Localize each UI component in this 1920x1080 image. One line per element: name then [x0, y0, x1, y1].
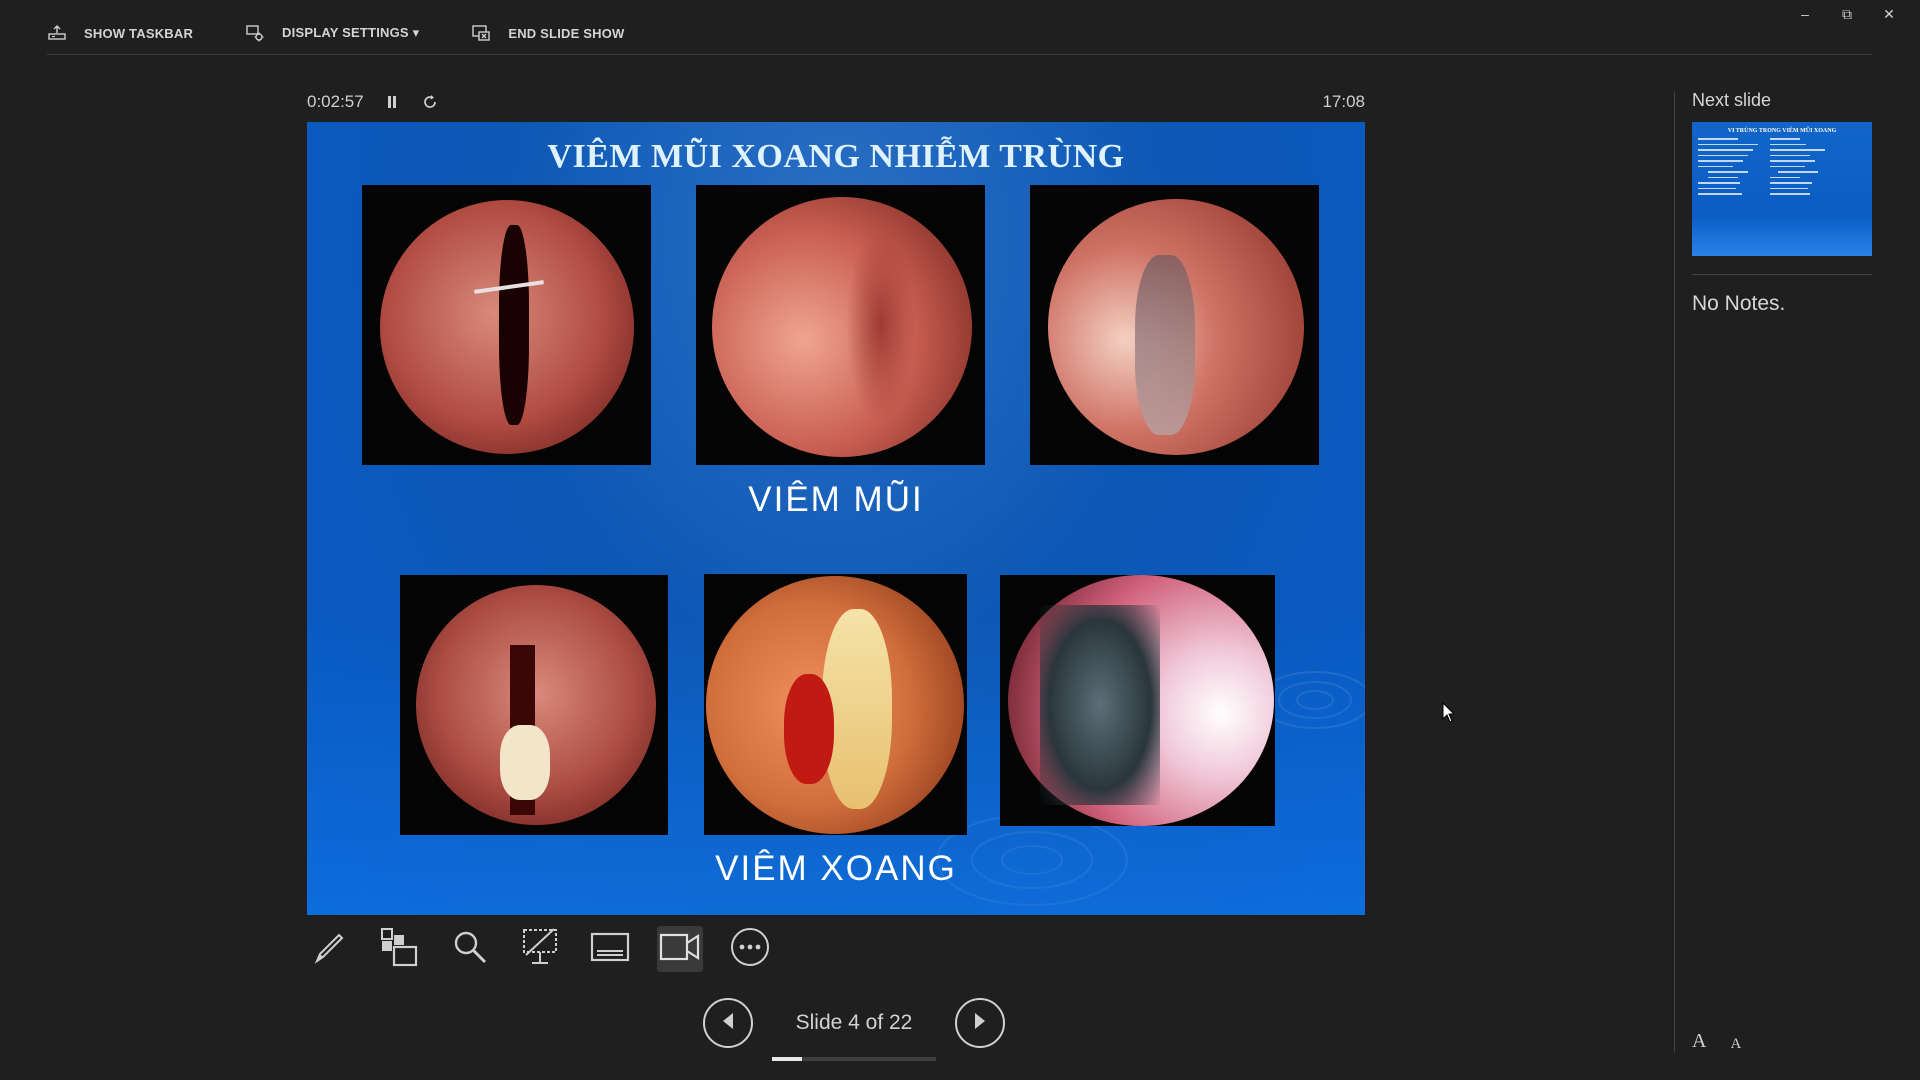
restore-icon[interactable]: ⧉ [1826, 4, 1868, 24]
previous-slide-icon [720, 1012, 736, 1035]
caption-viem-mui: VIÊM MŨI [748, 480, 924, 519]
timer-row: 0:02:57 17:08 [307, 90, 1365, 114]
zoom-icon [451, 928, 489, 971]
endoscopy-photo-5 [704, 574, 967, 835]
camera-button[interactable] [657, 926, 703, 972]
increase-font-button[interactable]: A [1692, 1030, 1706, 1053]
next-slide-button[interactable] [955, 998, 1005, 1048]
taskbar-icon [47, 23, 67, 43]
display-settings-label: DISPLAY SETTINGS ▾ [282, 25, 420, 40]
notes-font-controls: A A [1692, 1030, 1765, 1053]
caption-viem-xoang: VIÊM XOANG [715, 849, 957, 888]
more-options-button[interactable] [727, 926, 773, 972]
camera-icon [659, 931, 701, 968]
black-screen-icon [520, 927, 560, 972]
zoom-button[interactable] [447, 926, 493, 972]
slide-counter[interactable]: Slide 4 of 22 [772, 1011, 936, 1061]
next-slide-icon [972, 1012, 988, 1035]
endoscopy-photo-6 [1000, 575, 1275, 826]
endoscopy-photo-3 [1030, 185, 1319, 465]
next-slide-thumbnail[interactable]: VI TRÙNG TRONG VIÊM MŨI XOANG [1692, 122, 1872, 256]
endoscopy-photo-1 [362, 185, 651, 465]
show-taskbar-label: SHOW TASKBAR [84, 25, 194, 41]
previous-slide-button[interactable] [703, 998, 753, 1048]
presenter-toolbar: SHOW TASKBAR DISPLAY SETTINGS ▾ END SLID… [47, 18, 677, 48]
speaker-notes[interactable]: No Notes. [1692, 292, 1785, 316]
toolbar-divider [47, 54, 1872, 55]
pane-divider[interactable] [1674, 92, 1675, 1052]
pen-button[interactable] [307, 926, 353, 972]
current-slide[interactable]: VIÊM MŨI XOANG NHIỄM TRÙNG VIÊM MŨI VIÊM… [307, 122, 1365, 915]
clock: 17:08 [1322, 92, 1365, 111]
notes-divider [1692, 274, 1872, 275]
mouse-cursor-icon [1442, 701, 1456, 729]
pen-icon [311, 928, 349, 971]
see-all-slides-icon [380, 927, 420, 972]
window-controls: – ⧉ ✕ [1784, 4, 1910, 24]
display-settings-button[interactable]: DISPLAY SETTINGS ▾ [245, 23, 419, 43]
slide-title: VIÊM MŨI XOANG NHIỄM TRÙNG [547, 138, 1125, 175]
next-slide-text-left [1698, 138, 1768, 199]
next-slide-label: Next slide [1692, 90, 1772, 110]
minimize-icon[interactable]: – [1784, 4, 1826, 24]
more-options-icon [730, 927, 770, 972]
next-slide-title: VI TRÙNG TRONG VIÊM MŨI XOANG [1727, 128, 1837, 134]
black-screen-button[interactable] [517, 926, 563, 972]
slide-navigation: Slide 4 of 22 [703, 998, 1005, 1061]
end-slide-show-label: END SLIDE SHOW [508, 25, 625, 41]
restart-icon[interactable] [420, 92, 440, 112]
pause-icon[interactable] [382, 92, 402, 112]
show-taskbar-button[interactable]: SHOW TASKBAR [47, 23, 193, 43]
slide-progress-bar [772, 1057, 936, 1061]
slide-progress-fill [772, 1057, 802, 1061]
subtitles-button[interactable] [587, 926, 633, 972]
close-icon[interactable]: ✕ [1868, 4, 1910, 24]
endoscopy-photo-2 [696, 185, 985, 465]
subtitles-icon [590, 931, 630, 968]
elapsed-timer: 0:02:57 [307, 92, 364, 111]
display-settings-icon [245, 23, 265, 43]
end-show-icon [471, 23, 491, 43]
see-all-slides-button[interactable] [377, 926, 423, 972]
presenter-tools [307, 926, 797, 972]
end-slide-show-button[interactable]: END SLIDE SHOW [471, 23, 624, 43]
slide-counter-label: Slide 4 of 22 [795, 1011, 913, 1034]
decrease-font-button[interactable]: A [1730, 1036, 1741, 1053]
endoscopy-photo-4 [400, 575, 668, 835]
next-slide-text-right [1770, 138, 1840, 199]
